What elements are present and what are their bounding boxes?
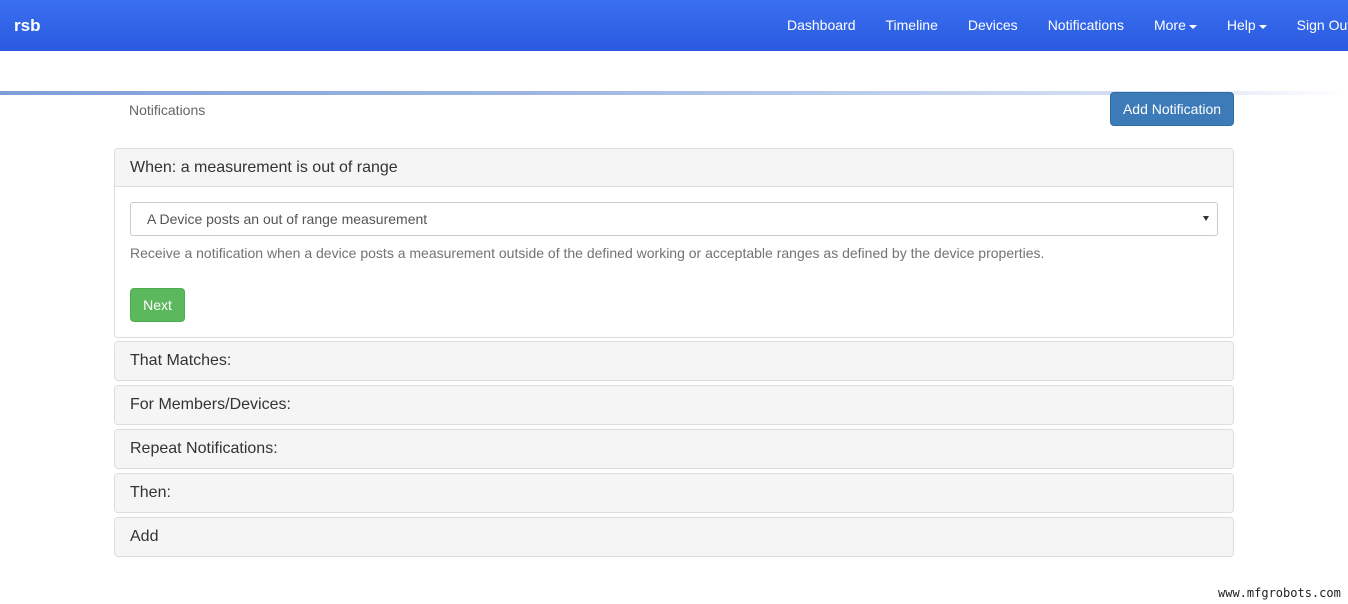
nav-item-devices[interactable]: Devices	[953, 0, 1033, 51]
top-navbar: rsb Dashboard Timeline Devices Notificat…	[0, 0, 1348, 51]
panel-members-devices: For Members/Devices:	[114, 385, 1234, 425]
nav-label: Devices	[967, 17, 1018, 33]
watermark-text: www.mfgrobots.com	[1218, 586, 1341, 600]
panel-add-heading[interactable]: Add	[115, 518, 1233, 556]
nav-label: Sign Out	[1296, 17, 1348, 33]
nav-label: Timeline	[885, 17, 938, 33]
caret-down-icon	[1258, 24, 1267, 29]
next-button[interactable]: Next	[130, 288, 185, 322]
chevron-down-icon	[1203, 216, 1209, 221]
nav-item-help[interactable]: Help	[1212, 0, 1282, 51]
panel-repeat-notifications: Repeat Notifications:	[114, 429, 1234, 469]
nav-item-timeline[interactable]: Timeline	[871, 0, 953, 51]
brand-logo[interactable]: rsb	[14, 0, 40, 51]
nav-label: Notifications	[1047, 17, 1124, 33]
nav-label: Help	[1226, 17, 1256, 33]
nav-menu: Dashboard Timeline Devices Notifications…	[772, 0, 1348, 51]
page-title: Notifications	[129, 102, 206, 118]
panel-that-matches: That Matches:	[114, 341, 1234, 381]
panel-then-heading[interactable]: Then:	[115, 474, 1233, 512]
panel-add: Add	[114, 517, 1234, 557]
nav-item-dashboard[interactable]: Dashboard	[772, 0, 871, 51]
panel-when-body: A Device posts an out of range measureme…	[115, 187, 1233, 337]
nav-item-more[interactable]: More	[1139, 0, 1212, 51]
panel-that-matches-heading[interactable]: That Matches:	[115, 342, 1233, 380]
panel-members-devices-heading[interactable]: For Members/Devices:	[115, 386, 1233, 424]
nav-item-notifications[interactable]: Notifications	[1033, 0, 1139, 51]
trigger-help-text: Receive a notification when a device pos…	[130, 245, 1045, 261]
caret-down-icon	[1188, 24, 1197, 29]
panel-when-heading[interactable]: When: a measurement is out of range	[115, 149, 1233, 187]
trigger-select-value: A Device posts an out of range measureme…	[147, 211, 428, 227]
trigger-select[interactable]: A Device posts an out of range measureme…	[130, 202, 1218, 236]
nav-item-sign-out[interactable]: Sign Out	[1282, 0, 1348, 51]
nav-label: Dashboard	[787, 17, 856, 33]
panel-then: Then:	[114, 473, 1234, 513]
panel-repeat-notifications-heading[interactable]: Repeat Notifications:	[115, 430, 1233, 468]
add-notification-button[interactable]: Add Notification	[1110, 92, 1234, 126]
nav-label: More	[1153, 17, 1186, 33]
panel-when: When: a measurement is out of range A De…	[114, 148, 1234, 338]
